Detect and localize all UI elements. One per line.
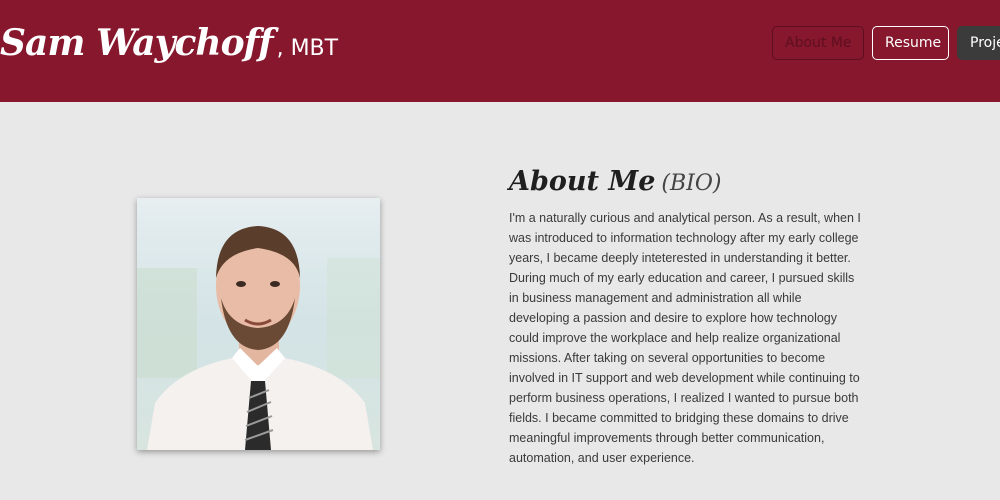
profile-photo-illustration	[137, 198, 380, 450]
brand-name: Sam Waychoff	[0, 22, 274, 64]
site-brand[interactable]: Sam Waychoff, MBT	[0, 22, 338, 64]
nav-projects-button[interactable]: Proje	[957, 26, 1000, 60]
nav-about-button[interactable]: About Me	[772, 26, 864, 60]
about-title: About Me	[509, 166, 656, 197]
about-subtitle: (BIO)	[661, 171, 722, 196]
main-nav: About Me Resume Proje	[772, 26, 1000, 60]
brand-credential: , MBT	[276, 36, 339, 61]
nav-resume-button[interactable]: Resume	[872, 26, 949, 60]
site-header: Sam Waychoff, MBT About Me Resume Proje	[0, 0, 1000, 102]
about-bio: I'm a naturally curious and analytical p…	[509, 211, 861, 465]
about-heading: About Me (BIO)	[509, 166, 721, 197]
profile-photo	[137, 198, 380, 450]
